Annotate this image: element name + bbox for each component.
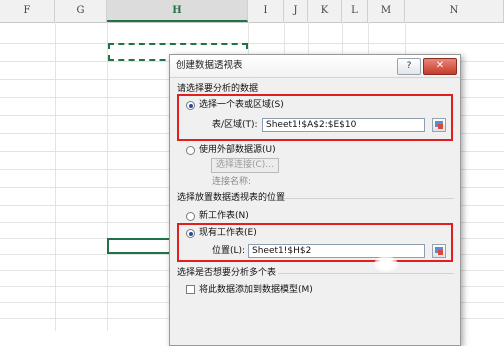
column-header-j[interactable]: J: [284, 0, 308, 22]
section-divider: [284, 198, 454, 199]
column-header-bar: F G H I J K L M N: [0, 0, 504, 23]
location-input[interactable]: Sheet1!$H$2: [248, 244, 425, 258]
column-header-h[interactable]: H: [107, 0, 248, 22]
select-range-radio[interactable]: [186, 101, 195, 110]
column-gridline: [55, 22, 56, 331]
existing-worksheet-radio[interactable]: [186, 229, 195, 238]
new-worksheet-label[interactable]: 新工作表(N): [199, 210, 249, 222]
cursor-glare: [374, 256, 398, 272]
create-pivot-table-dialog: 创建数据透视表 ? ✕ 请选择要分析的数据 选择一个表或区域(S) 表/区域(T…: [169, 54, 461, 346]
choose-connection-button[interactable]: 选择连接(C)...: [211, 158, 279, 173]
location-field-label: 位置(L):: [212, 246, 246, 256]
row-gridline: [0, 43, 504, 44]
select-range-label[interactable]: 选择一个表或区域(S): [199, 99, 284, 111]
active-cell[interactable]: [107, 238, 171, 254]
existing-worksheet-label[interactable]: 现有工作表(E): [199, 227, 257, 239]
location-collapse-button[interactable]: [432, 244, 446, 258]
column-header-g[interactable]: G: [55, 0, 107, 22]
column-header-i[interactable]: I: [248, 0, 284, 22]
help-button[interactable]: ?: [397, 58, 421, 75]
new-worksheet-radio[interactable]: [186, 212, 195, 221]
column-gridline: [107, 22, 108, 331]
section-heading-multiple-tables: 选择是否想要分析多个表: [177, 268, 277, 278]
add-to-data-model-checkbox[interactable]: [186, 285, 195, 294]
range-collapse-button[interactable]: [432, 118, 446, 132]
column-header-n[interactable]: N: [405, 0, 504, 22]
section-heading-location: 选择放置数据透视表的位置: [177, 193, 286, 203]
range-input[interactable]: Sheet1!$A$2:$E$10: [262, 118, 425, 132]
dialog-title: 创建数据透视表: [176, 60, 243, 71]
dialog-titlebar[interactable]: 创建数据透视表 ? ✕: [170, 55, 460, 78]
close-button[interactable]: ✕: [423, 58, 457, 75]
range-field-label: 表/区域(T):: [212, 120, 258, 130]
connection-name-label: 连接名称:: [212, 177, 252, 187]
add-to-data-model-label[interactable]: 将此数据添加到数据模型(M): [199, 284, 313, 296]
external-source-label[interactable]: 使用外部数据源(U): [199, 144, 276, 156]
column-header-f[interactable]: F: [0, 0, 55, 22]
column-header-k[interactable]: K: [308, 0, 342, 22]
column-header-m[interactable]: M: [368, 0, 405, 22]
column-header-l[interactable]: L: [342, 0, 368, 22]
external-source-radio[interactable]: [186, 146, 195, 155]
section-divider: [278, 273, 454, 274]
